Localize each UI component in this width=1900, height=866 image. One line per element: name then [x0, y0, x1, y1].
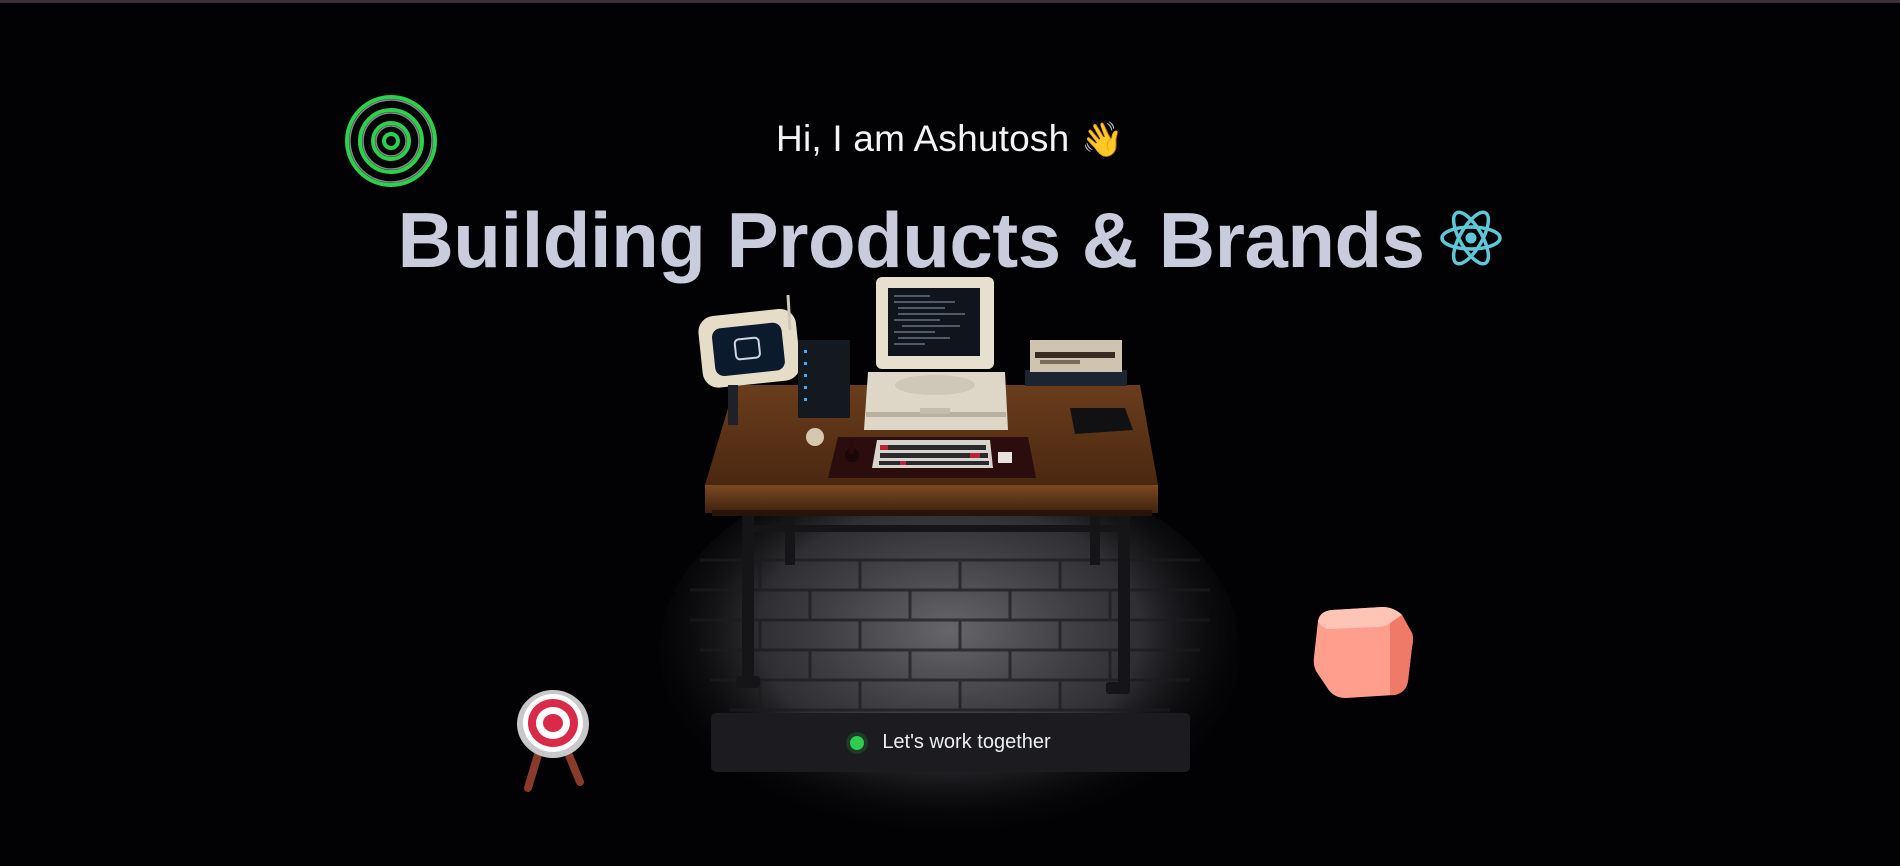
availability-status-dot — [850, 735, 865, 750]
greeting-text: Hi, I am Ashutosh — [776, 118, 1070, 159]
headline-text: Building Products & Brands — [397, 196, 1425, 284]
hero-greeting: Hi, I am Ashutosh 👋 — [0, 118, 1900, 160]
target-icon — [517, 690, 589, 792]
react-logo-icon — [1439, 210, 1502, 266]
work-together-button[interactable]: Let's work together — [711, 713, 1190, 772]
hero-headline: Building Products & Brands — [0, 195, 1900, 286]
cta-label: Let's work together — [882, 731, 1051, 753]
waving-hand-icon: 👋 — [1081, 121, 1124, 159]
cube-icon — [1313, 607, 1413, 698]
